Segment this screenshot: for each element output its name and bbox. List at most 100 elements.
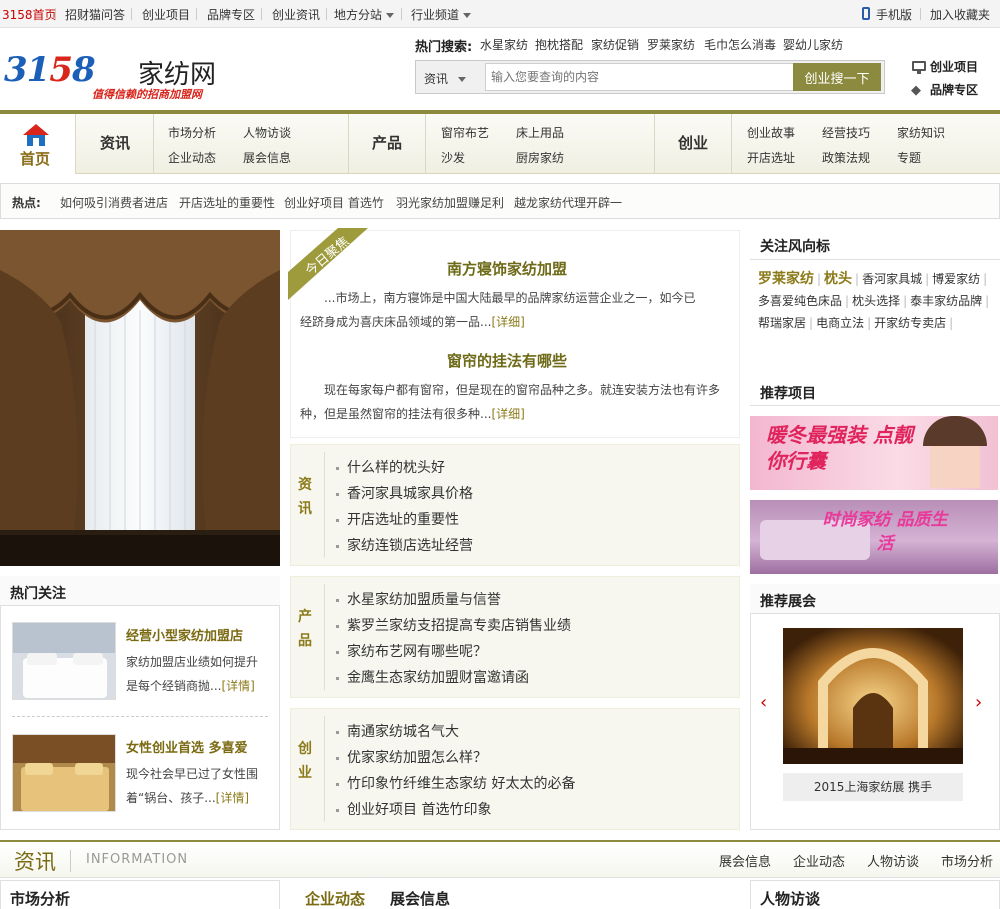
home-link[interactable]: 3158首页 (2, 6, 57, 23)
divider (153, 114, 154, 174)
focus-article-title[interactable]: 窗帘的挂法有哪些 (447, 350, 567, 371)
list-item[interactable]: 紫罗兰家纺支招提高专卖店销售业绩 (336, 615, 571, 635)
list-item[interactable]: 开店选址的重要性 (336, 509, 459, 529)
nav-startup[interactable]: 创业 (678, 132, 708, 153)
mobile-link[interactable]: 手机版 (876, 6, 912, 23)
details-link[interactable]: [详细] (491, 315, 524, 329)
info-tab-link[interactable]: 企业动态 (793, 851, 845, 870)
search-button[interactable]: 创业搜一下 (793, 63, 881, 91)
chevron-left-icon[interactable]: ‹ (760, 692, 767, 713)
trend-tag[interactable]: 枕头 (824, 271, 852, 287)
qa-link[interactable]: 招财猫问答 (65, 6, 125, 23)
news-link[interactable]: 创业资讯 (272, 6, 320, 23)
nav-sub-link[interactable]: 家纺知识 (897, 124, 945, 141)
details-link[interactable]: [详情] (216, 791, 249, 805)
nav-sub-link[interactable]: 厨房家纺 (516, 149, 564, 166)
chevron-right-icon[interactable]: › (975, 692, 982, 713)
hotspot-link[interactable]: 创业好项目 首选竹 (284, 194, 384, 211)
ad-text: 暖冬最强装 点靓你行囊 (766, 423, 913, 473)
ad-model-hair (923, 416, 987, 446)
search-category-label: 资讯 (424, 72, 449, 86)
trend-tag[interactable]: 博爱家纺 (932, 272, 980, 286)
info-tab-link[interactable]: 市场分析 (941, 851, 993, 870)
nav-sub-link[interactable]: 创业故事 (747, 124, 795, 141)
info-tab-link[interactable]: 展会信息 (719, 851, 771, 870)
hotspot-link[interactable]: 开店选址的重要性 (179, 194, 275, 211)
favorite-link[interactable]: 加入收藏夹 (930, 6, 990, 23)
divider (324, 584, 325, 690)
list-item[interactable]: 什么样的枕头好 (336, 457, 445, 477)
hotspot-link[interactable]: 如何吸引消费者进店 (60, 194, 168, 211)
hotspot-link[interactable]: 羽光家纺加盟赚足利 (396, 194, 504, 211)
recommend-ad-banner[interactable]: 时尚家纺 品质生活 (750, 500, 998, 574)
list-item[interactable]: 南通家纺城名气大 (336, 721, 459, 741)
nav-sub-link[interactable]: 开店选址 (747, 149, 795, 166)
hot-focus-item-title[interactable]: 女性创业首选 多喜爱 (126, 737, 248, 756)
hot-keyword[interactable]: 抱枕搭配 (535, 36, 583, 53)
trend-tag[interactable]: 香河家具城 (862, 272, 922, 286)
nav-products[interactable]: 产品 (372, 132, 402, 153)
expo-image[interactable] (783, 628, 963, 764)
search-category-select[interactable]: 资讯 (424, 70, 467, 87)
trend-tag[interactable]: 电商立法 (816, 316, 864, 330)
projects-link[interactable]: 创业项目 (142, 6, 190, 23)
list-item[interactable]: 香河家具城家具价格 (336, 483, 473, 503)
details-link[interactable]: [详细] (491, 407, 524, 421)
tab-expo-info[interactable]: 展会信息 (390, 888, 450, 909)
list-item[interactable]: 竹印象竹纤维生态家纺 好太太的必备 (336, 773, 575, 793)
nav-sub-link[interactable]: 经营技巧 (822, 124, 870, 141)
nav-sub-link[interactable]: 政策法规 (822, 149, 870, 166)
featured-curtain-image[interactable] (0, 230, 280, 566)
trend-tag[interactable]: 枕头选择 (852, 294, 900, 308)
hot-keyword[interactable]: 罗莱家纺 (647, 36, 695, 53)
tab-company-news[interactable]: 企业动态 (305, 888, 365, 909)
nav-sub-link[interactable]: 人物访谈 (243, 124, 291, 141)
list-item[interactable]: 家纺连锁店选址经营 (336, 535, 473, 555)
list-item[interactable]: 金鹰生态家纺加盟财富邀请函 (336, 667, 529, 687)
hot-focus-thumbnail[interactable] (12, 734, 116, 812)
hotspot-link[interactable]: 越龙家纺代理开辟一 (514, 194, 622, 211)
nav-sub-link[interactable]: 窗帘布艺 (441, 124, 489, 141)
divider (654, 114, 655, 174)
chevron-down-icon (463, 13, 472, 18)
expo-caption[interactable]: 2015上海家纺展 携手 (783, 773, 963, 801)
list-item[interactable]: 创业好项目 首选竹印象 (336, 799, 491, 819)
expo-title: 推荐展会 (760, 594, 816, 610)
summary-line: 现今社会早已过了女性围 (126, 767, 259, 781)
search-input[interactable] (485, 63, 795, 91)
nav-sub-link[interactable]: 沙发 (441, 149, 465, 166)
site-logo[interactable]: 3158 (4, 50, 96, 90)
info-tab-link[interactable]: 人物访谈 (867, 851, 919, 870)
trend-tag[interactable]: 开家纺专卖店 (874, 316, 946, 330)
hot-focus-thumbnail[interactable] (12, 622, 116, 700)
nav-sub-link[interactable]: 企业动态 (168, 149, 216, 166)
list-item[interactable]: 家纺布艺网有哪些呢？ (336, 641, 487, 661)
nav-sub-link[interactable]: 专题 (897, 149, 921, 166)
trend-tag[interactable]: 帮瑞家居 (758, 316, 806, 330)
focus-article-title[interactable]: 南方寝饰家纺加盟 (447, 258, 567, 279)
nav-sub-link[interactable]: 市场分析 (168, 124, 216, 141)
hot-keyword[interactable]: 家纺促销 (591, 36, 639, 53)
divider (131, 8, 132, 20)
header-brands-link[interactable]: 品牌专区 (930, 81, 978, 98)
phone-icon (862, 7, 870, 20)
hot-keyword[interactable]: 婴幼儿家纺 (783, 36, 843, 53)
trend-tag[interactable]: 泰丰家纺品牌 (910, 294, 982, 308)
list-item[interactable]: 水星家纺加盟质量与信誉 (336, 589, 501, 609)
trend-tag[interactable]: 多喜爱纯色床品 (758, 294, 842, 308)
recommend-ad-banner[interactable]: 暖冬最强装 点靓你行囊 (750, 416, 998, 490)
trend-tag[interactable]: 罗莱家纺 (758, 271, 814, 287)
nav-sub-link[interactable]: 展会信息 (243, 149, 291, 166)
brands-link[interactable]: 品牌专区 (207, 6, 255, 23)
nav-news[interactable]: 资讯 (100, 132, 130, 153)
hot-focus-item-title[interactable]: 经营小型家纺加盟店 (126, 625, 243, 644)
header-projects-link[interactable]: 创业项目 (930, 58, 978, 75)
industry-dropdown[interactable]: 行业频道 (411, 6, 472, 23)
list-item[interactable]: 优家家纺加盟怎么样？ (336, 747, 487, 767)
summary-line: 经跻身成为喜庆床品领域的第一品... (300, 315, 492, 329)
nav-sub-link[interactable]: 床上用品 (516, 124, 564, 141)
local-sites-dropdown[interactable]: 地方分站 (334, 6, 395, 23)
hot-keyword[interactable]: 水星家纺 (480, 36, 528, 53)
hot-keyword[interactable]: 毛巾怎么消毒 (704, 36, 776, 53)
details-link[interactable]: [详情] (221, 679, 254, 693)
